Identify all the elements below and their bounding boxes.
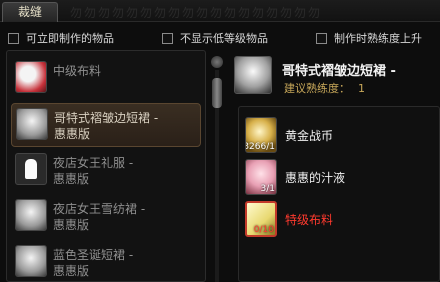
chiffon-skirt-icon [15, 199, 47, 231]
recipe-item[interactable]: 夜店女王礼服 - 惠惠版 [11, 149, 201, 193]
material-count: 3266/1 [245, 142, 275, 152]
top-bar: 裁缝 勿勿勿勿勿勿勿勿勿勿勿勿勿勿勿勿勿勿 [0, 0, 440, 22]
recipe-detail: 哥特式褶皱边短裙 - 建议熟练度： 1 3266/1 黄金战币 3/1 惠惠的汁液… [232, 50, 440, 282]
recipe-name: 中级布料 [53, 64, 102, 78]
checkbox-icon[interactable] [8, 32, 19, 44]
recipe-name: 蓝色圣诞短裙 - 惠惠版 [53, 248, 134, 278]
fabric-icon [15, 61, 47, 93]
material-name: 黄金战币 [285, 129, 334, 143]
tab-tailoring[interactable]: 裁缝 [2, 2, 58, 22]
material-item[interactable]: 0/10 特级布料 [243, 199, 437, 239]
skirt-icon [16, 108, 48, 140]
scroll-up-icon[interactable] [211, 56, 223, 68]
detail-header: 哥特式褶皱边短裙 - 建议熟练度： 1 [232, 52, 440, 100]
material-item[interactable]: 3266/1 黄金战币 [243, 115, 437, 155]
filter-label: 制作时熟练度上升 [334, 32, 422, 45]
checkbox-icon[interactable] [162, 32, 173, 44]
material-name: 惠惠的汁液 [285, 171, 346, 185]
skill-value: 1 [358, 82, 365, 95]
materials-list: 3266/1 黄金战币 3/1 惠惠的汁液 0/10 特级布料 [238, 106, 440, 282]
material-count: 0/10 [253, 225, 274, 235]
recipe-scrollbar[interactable] [210, 54, 224, 282]
recipe-list: 中级布料 哥特式褶皱边短裙 - 惠惠版 夜店女王礼服 - 惠惠版 夜店女王雪纺裙… [6, 50, 206, 282]
recipe-item[interactable]: 蓝色圣诞短裙 - 惠惠版 [11, 241, 201, 282]
material-name: 特级布料 [285, 213, 334, 227]
dress-icon [15, 153, 47, 185]
suggested-skill: 建议熟练度： 1 [284, 80, 365, 96]
filter-skill-up[interactable]: 制作时熟练度上升 [316, 30, 422, 46]
material-item[interactable]: 3/1 惠惠的汁液 [243, 157, 437, 197]
skirt-icon [234, 56, 272, 94]
filter-bar: 可立即制作的物品 不显示低等级物品 制作时熟练度上升 [0, 26, 440, 48]
checkbox-icon[interactable] [316, 32, 327, 44]
skill-label: 建议熟练度： [284, 82, 350, 95]
recipe-name: 夜店女王雪纺裙 - 惠惠版 [53, 202, 146, 232]
premium-fabric-icon: 0/10 [245, 201, 277, 237]
scroll-thumb[interactable] [212, 78, 222, 108]
filter-craftable[interactable]: 可立即制作的物品 [8, 30, 114, 46]
header-decoration: 勿勿勿勿勿勿勿勿勿勿勿勿勿勿勿勿勿勿 [70, 6, 323, 18]
gold-coin-icon: 3266/1 [245, 117, 277, 153]
christmas-skirt-icon [15, 245, 47, 277]
juice-icon: 3/1 [245, 159, 277, 195]
recipe-name: 哥特式褶皱边短裙 - 惠惠版 [54, 111, 159, 141]
filter-label: 不显示低等级物品 [180, 32, 268, 45]
detail-title: 哥特式褶皱边短裙 - [282, 64, 396, 79]
material-count: 3/1 [260, 184, 275, 194]
filter-label: 可立即制作的物品 [26, 32, 114, 45]
filter-hide-low-level[interactable]: 不显示低等级物品 [162, 30, 268, 46]
recipe-item[interactable]: 夜店女王雪纺裙 - 惠惠版 [11, 195, 201, 239]
recipe-name: 夜店女王礼服 - 惠惠版 [53, 156, 134, 186]
recipe-item[interactable]: 中级布料 [11, 57, 201, 101]
recipe-item-selected[interactable]: 哥特式褶皱边短裙 - 惠惠版 [11, 103, 201, 147]
